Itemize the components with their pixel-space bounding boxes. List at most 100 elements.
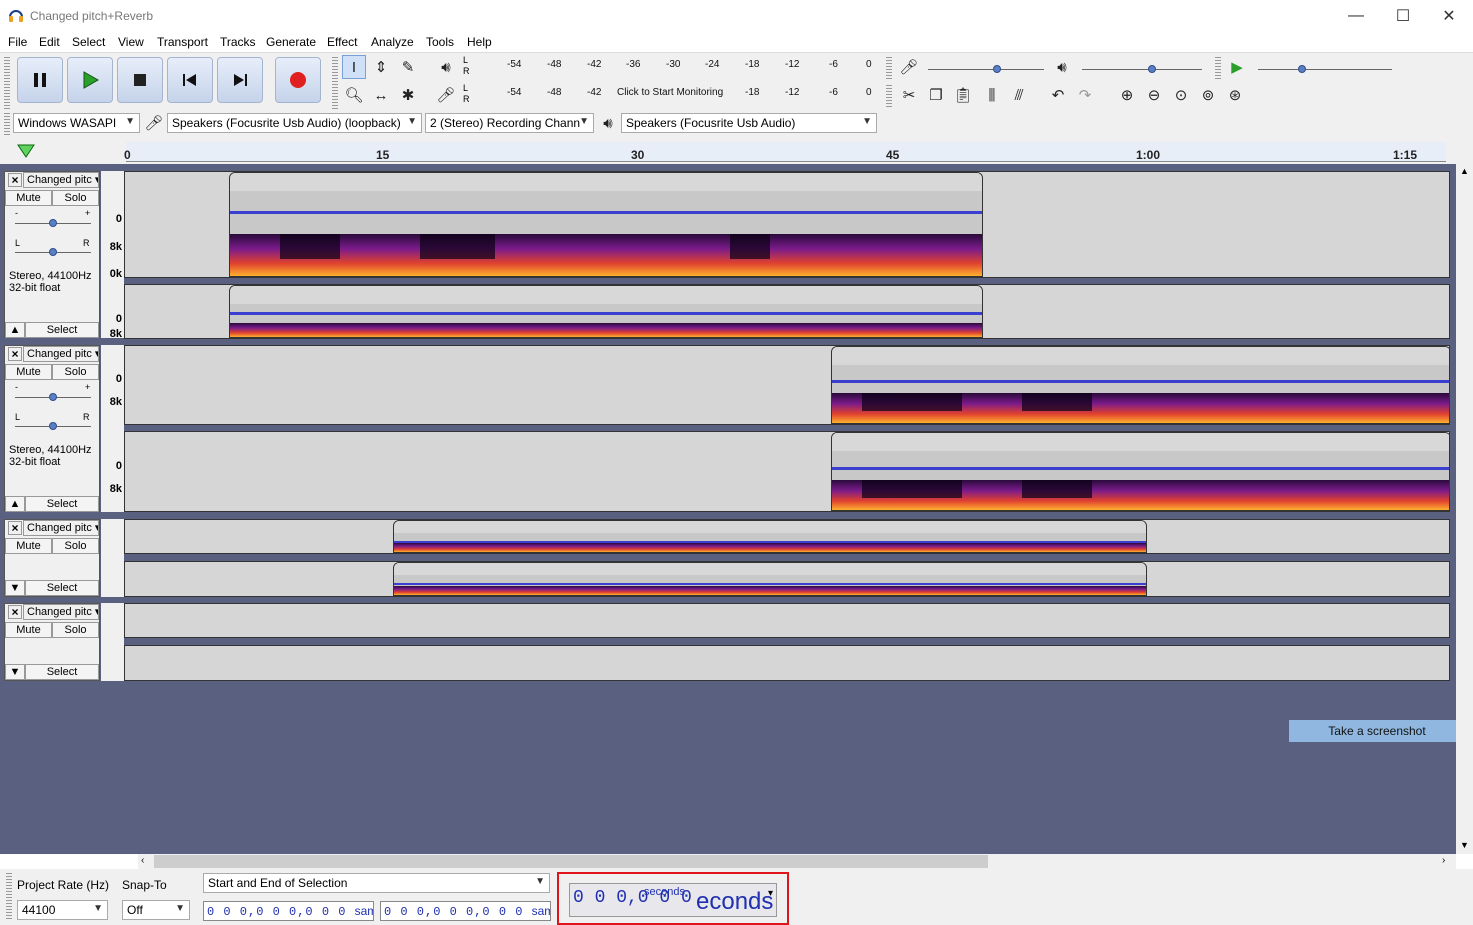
draw-tool-icon[interactable]: ✎: [396, 55, 420, 79]
selection-end-field[interactable]: 0 0 0,0 0 0,0 0 0 samples ▾: [380, 901, 551, 921]
track-control-panel[interactable]: × Changed pitc ▾ Mute Solo ▼ Select: [4, 519, 100, 597]
recording-volume-slider[interactable]: [928, 69, 1044, 70]
menu-view[interactable]: View: [118, 35, 144, 49]
track-control-panel[interactable]: × Changed pitc ▾ Mute Solo - + L R Stere…: [4, 171, 100, 338]
ruler-ticks[interactable]: 0 15 30 45 1:00 1:15: [124, 142, 1446, 162]
recording-channels-select[interactable]: 2 (Stereo) Recording Chann ▼: [425, 113, 594, 133]
vertical-ruler[interactable]: [101, 603, 124, 681]
menu-tracks[interactable]: Tracks: [220, 35, 256, 49]
silence-icon[interactable]: ⫻: [1007, 83, 1031, 107]
envelope-tool-icon[interactable]: ⇕: [369, 55, 393, 79]
track-control-panel[interactable]: × Changed pitc ▾ Mute Solo ▼ Select: [4, 603, 100, 681]
audio-host-select[interactable]: Windows WASAPI ▼: [13, 113, 140, 133]
track-name-menu[interactable]: Changed pitc ▾: [23, 520, 99, 536]
close-track-icon[interactable]: ×: [8, 521, 22, 535]
chevron-down-icon[interactable]: ▾: [768, 888, 773, 899]
mute-button[interactable]: Mute: [5, 364, 52, 380]
track-name-menu[interactable]: Changed pitc ▾: [23, 172, 99, 188]
zoom-tool-icon[interactable]: 🔍︎: [342, 83, 366, 107]
audio-clip[interactable]: [393, 562, 1147, 596]
menu-effect[interactable]: Effect: [327, 35, 357, 49]
snap-to-select[interactable]: Off ▼: [122, 900, 190, 920]
menu-edit[interactable]: Edit: [39, 35, 60, 49]
pause-button[interactable]: [17, 57, 63, 103]
playback-volume-slider[interactable]: [1082, 69, 1202, 70]
scroll-down-icon[interactable]: ▼: [1460, 840, 1469, 850]
toolbar-grip[interactable]: [332, 57, 338, 109]
track-lane[interactable]: [124, 171, 1450, 278]
play-at-speed-icon[interactable]: ▶: [1225, 55, 1249, 79]
selection-start-field[interactable]: 0 0 0,0 0 0,0 0 0 samples ▾: [203, 901, 374, 921]
toolbar-grip[interactable]: [886, 85, 892, 109]
mute-button[interactable]: Mute: [5, 190, 52, 206]
toolbar-grip[interactable]: [4, 57, 10, 109]
collapse-track-icon[interactable]: ▲: [5, 496, 25, 512]
solo-button[interactable]: Solo: [52, 622, 99, 638]
track-lane[interactable]: [124, 519, 1450, 554]
audio-clip[interactable]: [229, 285, 983, 338]
vertical-scrollbar[interactable]: ▲ ▼: [1456, 164, 1473, 854]
minimize-button[interactable]: —: [1333, 0, 1379, 32]
redo-icon[interactable]: ↷: [1073, 83, 1097, 107]
slider-knob[interactable]: [49, 248, 57, 256]
track-lane[interactable]: [124, 284, 1450, 339]
audio-clip[interactable]: [393, 520, 1147, 553]
toolbar-grip[interactable]: [6, 873, 12, 921]
skip-end-button[interactable]: [217, 57, 263, 103]
audio-clip[interactable]: [229, 172, 983, 277]
slider-knob[interactable]: [993, 65, 1001, 73]
toolbar-grip[interactable]: [4, 113, 10, 135]
clip-title-bar[interactable]: [230, 173, 982, 191]
select-track-button[interactable]: Select: [25, 580, 99, 596]
clip-title-bar[interactable]: [832, 347, 1449, 365]
cut-icon[interactable]: ✂: [897, 83, 921, 107]
zoom-toggle-icon[interactable]: ⊛: [1223, 83, 1247, 107]
timeline-ruler[interactable]: 0 15 30 45 1:00 1:15: [0, 138, 1473, 164]
multi-tool-icon[interactable]: ✱: [396, 83, 420, 107]
clip-title-bar[interactable]: [394, 563, 1146, 575]
vertical-ruler[interactable]: 0 8k 0k 0 8k: [101, 171, 124, 340]
clip-title-bar[interactable]: [832, 433, 1449, 451]
menu-analyze[interactable]: Analyze: [371, 35, 414, 49]
scroll-up-icon[interactable]: ▲: [1460, 166, 1469, 176]
play-button[interactable]: [67, 57, 113, 103]
track-lane[interactable]: [124, 603, 1450, 638]
clip-title-bar[interactable]: [394, 521, 1146, 533]
track-lane[interactable]: [124, 345, 1450, 425]
playback-device-select[interactable]: Speakers (Focusrite Usb Audio) ▼: [621, 113, 877, 133]
trim-icon[interactable]: ⫼: [980, 83, 1004, 107]
recording-device-select[interactable]: Speakers (Focusrite Usb Audio) (loopback…: [167, 113, 422, 133]
select-track-button[interactable]: Select: [25, 322, 99, 338]
mute-button[interactable]: Mute: [5, 538, 52, 554]
playback-meter[interactable]: -54 -48 -42 -36 -30 -24 -18 -12 -6 0: [474, 55, 876, 79]
select-track-button[interactable]: Select: [25, 664, 99, 680]
slider-knob[interactable]: [49, 393, 57, 401]
paste-icon[interactable]: 📋︎: [951, 83, 975, 107]
audio-clip[interactable]: [831, 432, 1449, 511]
vertical-ruler[interactable]: 0 8k 0 8k: [101, 345, 124, 512]
selection-tool-icon[interactable]: I: [342, 55, 366, 79]
track-name-menu[interactable]: Changed pitc ▾: [23, 604, 99, 620]
select-track-button[interactable]: Select: [25, 496, 99, 512]
close-window-button[interactable]: ✕: [1426, 0, 1472, 32]
fit-project-icon[interactable]: ⊚: [1196, 83, 1220, 107]
start-monitoring-label[interactable]: Click to Start Monitoring: [617, 87, 723, 98]
track-lane[interactable]: [124, 561, 1450, 597]
scrollbar-thumb[interactable]: [154, 855, 988, 868]
menu-select[interactable]: Select: [72, 35, 105, 49]
project-rate-select[interactable]: 44100 ▼: [17, 900, 108, 920]
track-name-menu[interactable]: Changed pitc ▾: [23, 346, 99, 362]
mute-button[interactable]: Mute: [5, 622, 52, 638]
skip-start-button[interactable]: [167, 57, 213, 103]
horizontal-scrollbar[interactable]: ‹ ›: [138, 854, 1456, 869]
vertical-ruler[interactable]: [101, 519, 124, 597]
solo-button[interactable]: Solo: [52, 364, 99, 380]
zoom-out-icon[interactable]: ⊖: [1142, 83, 1166, 107]
speaker-icon[interactable]: 🔊︎: [434, 55, 458, 79]
menu-help[interactable]: Help: [467, 35, 492, 49]
time-toolbar-highlight[interactable]: 0 0 0,0 0 0 seconds econds ▾: [557, 872, 789, 925]
track-control-panel[interactable]: × Changed pitc ▾ Mute Solo - + L R Stere…: [4, 345, 100, 512]
track-panel[interactable]: × Changed pitc ▾ Mute Solo - + L R Stere…: [0, 164, 1456, 854]
zoom-in-icon[interactable]: ⊕: [1115, 83, 1139, 107]
slider-knob[interactable]: [1298, 65, 1306, 73]
